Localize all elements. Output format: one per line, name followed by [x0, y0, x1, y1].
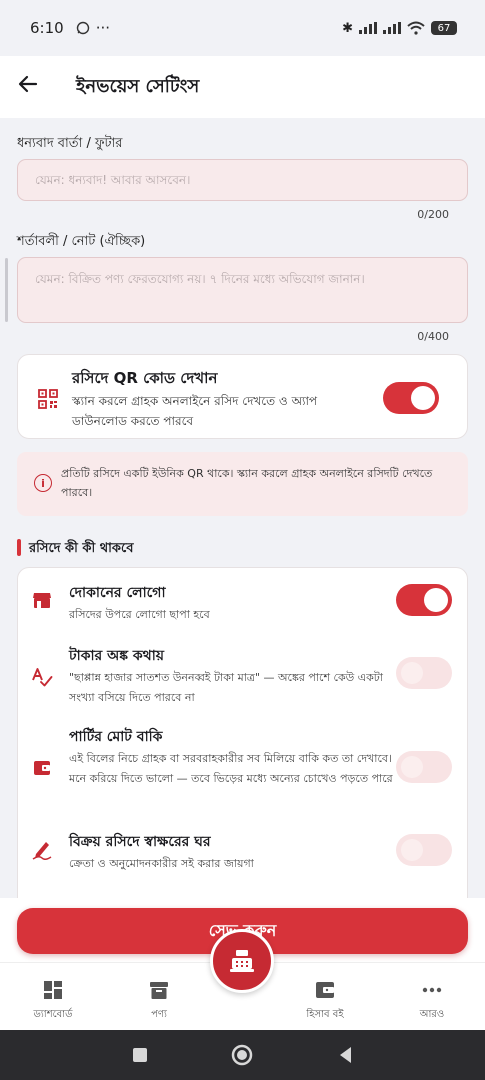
- bluetooth-icon: ✱: [342, 20, 353, 36]
- toggle-knob: [401, 839, 423, 861]
- nav-dashboard[interactable]: ড্যাশবোর্ড: [13, 979, 93, 1024]
- nav-ledger[interactable]: হিসাব বই: [285, 979, 365, 1024]
- status-time: 6:10: [30, 19, 64, 37]
- system-navigation-bar: [0, 1030, 485, 1080]
- more-notifications-icon: ···: [95, 19, 110, 37]
- qr-info-box: i প্রতিটি রসিদে একটি ইউনিক QR থাকে। স্ক্…: [17, 452, 468, 516]
- option-row-amount-in-words: টাকার অঙ্ক কথায় "ছাপ্পান্ন হাজার সাতশত …: [18, 644, 467, 714]
- battery-indicator: 67: [431, 21, 457, 35]
- wifi-icon: [407, 21, 425, 35]
- bottom-navigation: ড্যাশবোর্ড পণ্য হিসাব বই আরও: [0, 929, 485, 1030]
- amount-in-words-title: টাকার অঙ্ক কথায়: [69, 648, 165, 664]
- nav-dashboard-label: ড্যাশবোর্ড: [33, 1009, 73, 1020]
- signal-icon: [359, 22, 377, 34]
- thanks-char-counter: 0/200: [417, 208, 449, 221]
- qr-setting-title: রসিদে QR কোড দেখান: [72, 369, 218, 387]
- option-row-shop-logo: দোকানের লোগো রসিদের উপরে লোগো ছাপা হবে: [18, 581, 467, 631]
- terms-note-input[interactable]: যেমন: বিক্রিত পণ্য ফেরতযোগ্য নয়। ৭ দিনে…: [17, 257, 468, 323]
- party-due-description: এই বিলের নিচে গ্রাহক বা সরবরাহকারীর সব ম…: [69, 752, 393, 785]
- nav-more[interactable]: আরও: [392, 979, 472, 1024]
- thanks-field-label: ধন্যবাদ বার্তা / ফুটার: [17, 136, 123, 151]
- store-icon: [33, 593, 51, 608]
- cash-register-icon: [230, 950, 254, 972]
- option-row-signature: বিক্রয় রসিদে স্বাক্ষরের ঘর ক্রেতা ও অনু…: [18, 830, 467, 880]
- receipt-section-title: রসিদে কী কী থাকবে: [29, 541, 134, 556]
- dashboard-icon: [44, 981, 62, 999]
- home-icon[interactable]: [230, 1043, 254, 1067]
- shop-logo-toggle[interactable]: [396, 584, 452, 616]
- nav-ledger-label: হিসাব বই: [306, 1009, 344, 1020]
- toggle-knob: [401, 756, 423, 778]
- option-row-party-total-due: পার্টির মোট বাকি এই বিলের নিচে গ্রাহক বা…: [18, 725, 467, 815]
- section-accent-bar: [17, 539, 21, 556]
- wallet-icon: [34, 761, 50, 775]
- signal-icon-2: [383, 22, 401, 34]
- back-arrow-icon[interactable]: [18, 74, 46, 100]
- toggle-knob: [424, 588, 448, 612]
- qr-code-setting-card: রসিদে QR কোড দেখান স্ক্যান করলে গ্রাহক অ…: [17, 354, 468, 439]
- amount-in-words-description: "ছাপ্পান্ন হাজার সাতশত উননব্বই টাকা মাত্…: [69, 671, 383, 704]
- whatsapp-icon: [76, 21, 89, 35]
- thanks-message-input[interactable]: যেমন: ধন্যবাদ! আবার আসবেন।: [17, 159, 468, 201]
- signature-title: বিক্রয় রসিদে স্বাক্ষরের ঘর: [69, 834, 211, 850]
- status-left: 6:10 ···: [30, 19, 110, 37]
- amount-in-words-toggle[interactable]: [396, 657, 452, 689]
- settings-content[interactable]: ধন্যবাদ বার্তা / ফুটার যেমন: ধন্যবাদ! আব…: [0, 118, 485, 898]
- party-due-toggle[interactable]: [396, 751, 452, 783]
- receipt-options-card: দোকানের লোগো রসিদের উপরে লোগো ছাপা হবে ট…: [17, 567, 468, 898]
- recents-icon[interactable]: [128, 1043, 152, 1067]
- page-title: ইনভয়েস সেটিংস: [76, 75, 200, 97]
- toggle-knob: [411, 386, 435, 410]
- signature-icon: [32, 842, 52, 860]
- status-right: ✱ 67: [342, 21, 457, 36]
- text-area-resize-handle: [5, 258, 8, 322]
- ledger-wallet-icon: [316, 982, 334, 998]
- spell-check-icon: [32, 668, 53, 687]
- archive-box-icon: [150, 982, 168, 999]
- qr-info-text: প্রতিটি রসিদে একটি ইউনিক QR থাকে। স্ক্যা…: [61, 467, 433, 499]
- status-bar: 6:10 ··· ✱ 67: [0, 0, 485, 56]
- qr-setting-description: স্ক্যান করলে গ্রাহক অনলাইনে রসিদ দেখতে ও…: [72, 394, 318, 428]
- signature-toggle[interactable]: [396, 834, 452, 866]
- app-bar: ইনভয়েস সেটিংস: [0, 56, 485, 118]
- nav-products-label: পণ্য: [151, 1009, 167, 1020]
- terms-field-label: শর্তাবলী / নোট (ঐচ্ছিক): [17, 234, 146, 249]
- qr-code-toggle[interactable]: [383, 382, 439, 414]
- shop-logo-title: দোকানের লোগো: [69, 585, 166, 601]
- info-icon: i: [34, 474, 52, 492]
- qr-code-icon: [38, 389, 58, 409]
- party-due-title: পার্টির মোট বাকি: [69, 729, 163, 745]
- nav-products[interactable]: পণ্য: [119, 979, 199, 1024]
- toggle-knob: [401, 662, 423, 684]
- system-back-icon[interactable]: [334, 1043, 358, 1067]
- signature-description: ক্রেতা ও অনুমোদনকারীর সই করার জায়গা: [69, 857, 254, 870]
- nav-more-label: আরও: [419, 1009, 445, 1020]
- shop-logo-description: রসিদের উপরে লোগো ছাপা হবে: [69, 608, 210, 621]
- more-dots-icon: [422, 987, 442, 993]
- pos-fab-button[interactable]: [210, 929, 274, 993]
- terms-char-counter: 0/400: [417, 330, 449, 343]
